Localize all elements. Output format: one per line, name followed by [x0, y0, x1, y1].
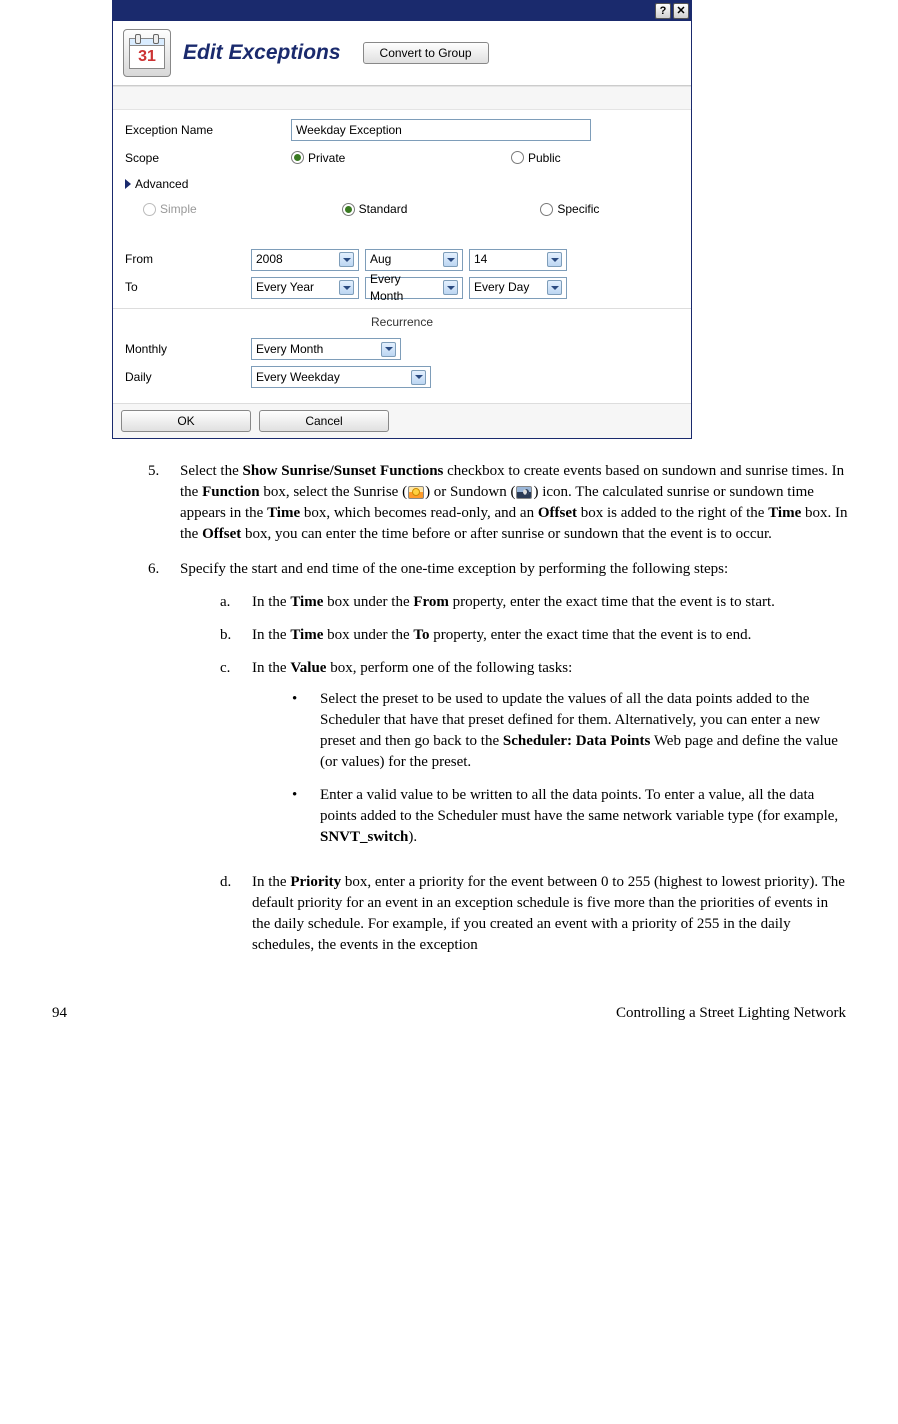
to-day-select[interactable]: Every Day: [469, 277, 567, 299]
chevron-down-icon: [443, 280, 458, 295]
from-year-select[interactable]: 2008: [251, 249, 359, 271]
chevron-right-icon: [125, 179, 131, 189]
chevron-down-icon: [339, 280, 354, 295]
daily-label: Daily: [125, 369, 245, 386]
daily-select[interactable]: Every Weekday: [251, 366, 431, 388]
dialog-title: Edit Exceptions: [183, 38, 341, 67]
advanced-toggle[interactable]: Advanced: [113, 172, 691, 197]
scope-private-radio[interactable]: Private: [291, 150, 511, 167]
to-month-select[interactable]: Every Month: [365, 277, 463, 299]
list-item: b.In the Time box under the To property,…: [220, 625, 848, 646]
calendar-icon: 31: [123, 29, 171, 77]
edit-exceptions-dialog: ? ✕ 31 Edit Exceptions Convert to Group …: [112, 0, 692, 439]
footer-title: Controlling a Street Lighting Network: [616, 1003, 846, 1024]
page-number: 94: [52, 1003, 67, 1024]
list-item: c.In the Value box, perform one of the f…: [220, 658, 848, 860]
page-footer: 94 Controlling a Street Lighting Network: [0, 1003, 898, 1024]
chevron-down-icon: [443, 252, 458, 267]
list-item: 5.Select the Show Sunrise/Sunset Functio…: [148, 461, 848, 545]
list-item: d.In the Priority box, enter a priority …: [220, 872, 848, 956]
document-body: 5.Select the Show Sunrise/Sunset Functio…: [148, 461, 848, 968]
scope-public-radio[interactable]: Public: [511, 150, 561, 167]
list-item: Enter a valid value to be written to all…: [292, 785, 848, 848]
scope-label: Scope: [125, 150, 285, 167]
mode-standard-radio[interactable]: Standard: [282, 201, 481, 218]
chevron-down-icon: [547, 280, 562, 295]
from-month-select[interactable]: Aug: [365, 249, 463, 271]
chevron-down-icon: [547, 252, 562, 267]
dialog-titlebar: ? ✕: [113, 1, 691, 21]
mode-specific-radio[interactable]: Specific: [480, 201, 679, 218]
exception-name-label: Exception Name: [125, 122, 285, 139]
from-label: From: [125, 251, 245, 268]
list-item: 6.Specify the start and end time of the …: [148, 559, 848, 968]
recurrence-header: Recurrence: [113, 309, 691, 336]
chevron-down-icon: [339, 252, 354, 267]
to-label: To: [125, 279, 245, 296]
mode-simple-radio: Simple: [125, 201, 282, 218]
sundown-icon: [516, 486, 532, 499]
chevron-down-icon: [411, 370, 426, 385]
chevron-down-icon: [381, 342, 396, 357]
exception-name-input[interactable]: [291, 119, 591, 141]
monthly-select[interactable]: Every Month: [251, 338, 401, 360]
ok-button[interactable]: OK: [121, 410, 251, 432]
close-icon[interactable]: ✕: [673, 3, 689, 19]
calendar-day-number: 31: [130, 46, 164, 68]
list-item: a.In the Time box under the From propert…: [220, 592, 848, 613]
sunrise-icon: [408, 486, 424, 499]
help-icon[interactable]: ?: [655, 3, 671, 19]
list-item: Select the preset to be used to update t…: [292, 689, 848, 773]
from-day-select[interactable]: 14: [469, 249, 567, 271]
convert-to-group-button[interactable]: Convert to Group: [363, 42, 489, 64]
cancel-button[interactable]: Cancel: [259, 410, 389, 432]
monthly-label: Monthly: [125, 341, 245, 358]
to-year-select[interactable]: Every Year: [251, 277, 359, 299]
